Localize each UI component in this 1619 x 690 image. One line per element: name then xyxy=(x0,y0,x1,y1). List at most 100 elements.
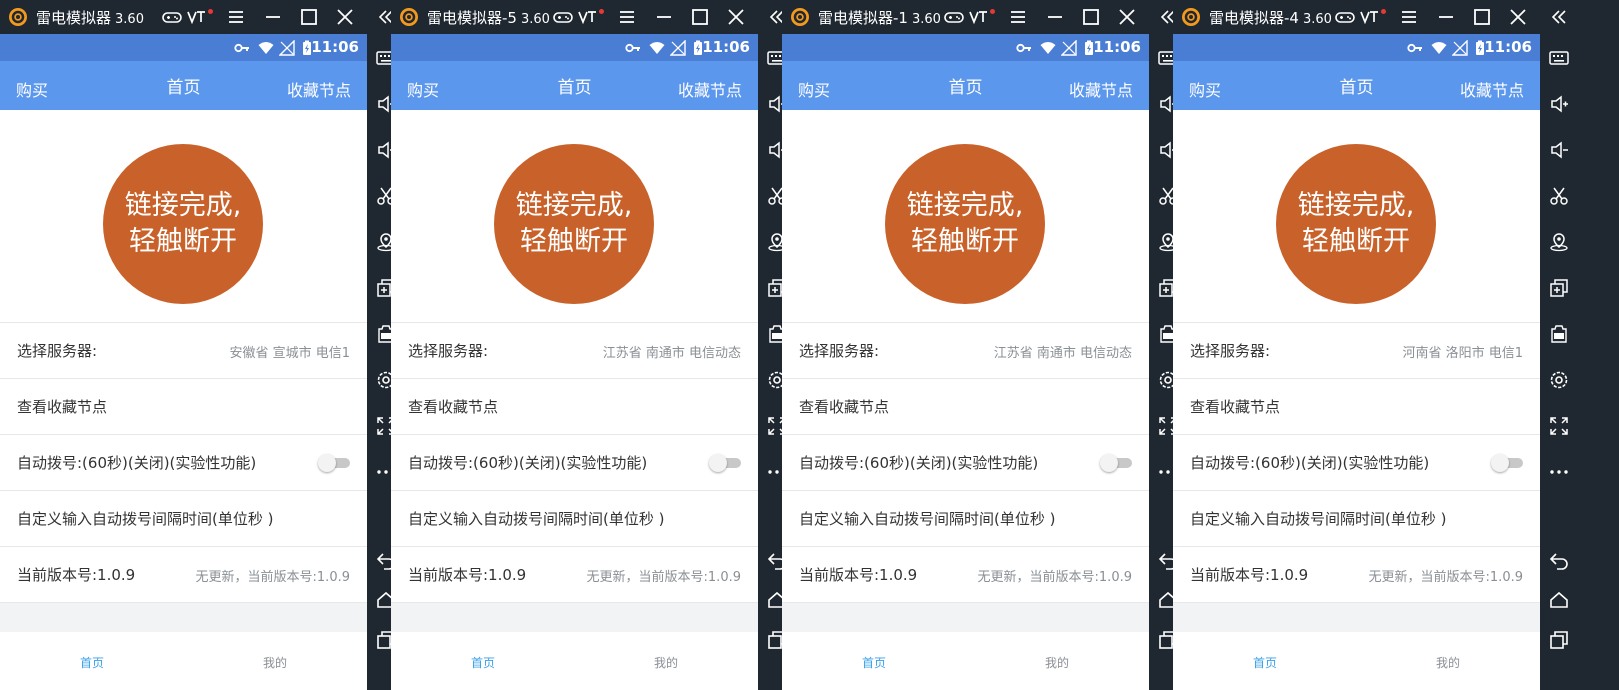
server-select-row[interactable]: 选择服务器: 江苏省 南通市 电信动态 xyxy=(782,322,1149,378)
title-bar: 雷电模拟器-5 3.60 xyxy=(391,0,795,34)
menu-icon[interactable] xyxy=(226,7,246,27)
custom-interval-row[interactable]: 自定义输入自动拨号间隔时间(单位秒 ) xyxy=(1173,490,1540,546)
auto-dial-switch[interactable] xyxy=(1100,454,1132,472)
minimize-icon[interactable] xyxy=(263,7,283,27)
server-select-row[interactable]: 选择服务器: 河南省 洛阳市 电信1 xyxy=(1173,322,1540,378)
emulator-window-4: 雷电模拟器-4 3.60 11:06 购买 首页 收藏节点 链接完成, 轻触断开… xyxy=(1173,0,1577,690)
nav-me-tab[interactable]: 我的 xyxy=(263,654,287,671)
screenshot-scissors-icon[interactable] xyxy=(1549,186,1569,206)
buy-button[interactable]: 购买 xyxy=(16,77,48,101)
custom-interval-row[interactable]: 自定义输入自动拨号间隔时间(单位秒 ) xyxy=(782,490,1149,546)
menu-icon[interactable] xyxy=(1399,7,1419,27)
status-time: 11:06 xyxy=(1484,38,1532,56)
minimize-icon[interactable] xyxy=(654,7,674,27)
maximize-icon[interactable] xyxy=(1081,7,1101,27)
custom-interval-row[interactable]: 自定义输入自动拨号间隔时间(单位秒 ) xyxy=(391,490,758,546)
gamepad-icon[interactable] xyxy=(944,7,964,27)
more-options-icon[interactable] xyxy=(1549,462,1569,482)
recent-apps-icon[interactable] xyxy=(1549,630,1569,650)
status-bar: 11:06 xyxy=(782,34,1149,61)
location-icon[interactable] xyxy=(1549,232,1569,252)
auto-dial-label: 自动拨号:(60秒)(关闭)(实验性功能) xyxy=(799,454,1039,472)
close-icon[interactable] xyxy=(1117,7,1137,27)
maximize-icon[interactable] xyxy=(690,7,710,27)
nav-home-tab[interactable]: 首页 xyxy=(80,654,104,671)
buy-button[interactable]: 购买 xyxy=(798,77,830,101)
content-spacer xyxy=(1173,602,1540,633)
favorite-nodes-button[interactable]: 收藏节点 xyxy=(1460,77,1524,101)
connect-toggle-button[interactable]: 链接完成, 轻触断开 xyxy=(1276,144,1436,304)
nav-home-tab[interactable]: 首页 xyxy=(471,654,495,671)
buy-button[interactable]: 购买 xyxy=(1189,77,1221,101)
connect-toggle-button[interactable]: 链接完成, 轻触断开 xyxy=(494,144,654,304)
version-row[interactable]: 当前版本号:1.0.9 无更新，当前版本号:1.0.9 xyxy=(391,546,758,602)
view-favorites-row[interactable]: 查看收藏节点 xyxy=(782,378,1149,434)
volume-up-icon[interactable] xyxy=(1549,94,1569,114)
minimize-icon[interactable] xyxy=(1045,7,1065,27)
version-label: 3.60 xyxy=(1302,12,1332,27)
version-row[interactable]: 当前版本号:1.0.9 无更新，当前版本号:1.0.9 xyxy=(782,546,1149,602)
content-spacer xyxy=(0,602,367,633)
buy-button[interactable]: 购买 xyxy=(407,77,439,101)
version-row[interactable]: 当前版本号:1.0.9 无更新，当前版本号:1.0.9 xyxy=(0,546,367,602)
gamepad-icon[interactable] xyxy=(553,7,573,27)
favorite-nodes-button[interactable]: 收藏节点 xyxy=(287,77,351,101)
favorite-nodes-button[interactable]: 收藏节点 xyxy=(678,77,742,101)
connect-area: 链接完成, 轻触断开 xyxy=(391,110,758,322)
version-label: 3.60 xyxy=(911,12,941,27)
android-screen: 11:06 购买 首页 收藏节点 链接完成, 轻触断开 选择服务器: 江苏省 南… xyxy=(782,34,1149,690)
gamepad-icon[interactable] xyxy=(1335,7,1355,27)
auto-dial-switch[interactable] xyxy=(709,454,741,472)
nav-me-tab[interactable]: 我的 xyxy=(1436,654,1460,671)
connect-status-line2: 轻触断开 xyxy=(129,226,237,257)
title-bar: 雷电模拟器 3.60 xyxy=(0,0,404,34)
collapse-sidebar-icon[interactable] xyxy=(1549,7,1569,27)
nav-home-tab[interactable]: 首页 xyxy=(1253,654,1277,671)
connect-area: 链接完成, 轻触断开 xyxy=(782,110,1149,322)
bottom-nav: 首页 我的 xyxy=(782,632,1149,690)
server-label: 选择服务器: xyxy=(17,342,98,360)
emulator-window-3: 雷电模拟器-1 3.60 11:06 购买 首页 收藏节点 链接完成, 轻触断开… xyxy=(782,0,1186,690)
nav-home-tab[interactable]: 首页 xyxy=(862,654,886,671)
favorite-nodes-button[interactable]: 收藏节点 xyxy=(1069,77,1133,101)
maximize-icon[interactable] xyxy=(299,7,319,27)
close-icon[interactable] xyxy=(335,7,355,27)
fullscreen-icon[interactable] xyxy=(1549,416,1569,436)
title-bar: 雷电模拟器-1 3.60 xyxy=(782,0,1186,34)
auto-dial-switch[interactable] xyxy=(318,454,350,472)
gamepad-icon[interactable] xyxy=(162,7,182,27)
server-select-row[interactable]: 选择服务器: 安徽省 宣城市 电信1 xyxy=(0,322,367,378)
home-icon[interactable] xyxy=(1549,590,1569,610)
custom-interval-row[interactable]: 自定义输入自动拨号间隔时间(单位秒 ) xyxy=(0,490,367,546)
back-icon[interactable] xyxy=(1549,550,1569,570)
server-label: 选择服务器: xyxy=(1190,342,1271,360)
volume-down-icon[interactable] xyxy=(1549,140,1569,160)
close-icon[interactable] xyxy=(1508,7,1528,27)
nav-me-tab[interactable]: 我的 xyxy=(1045,654,1069,671)
keyboard-icon[interactable] xyxy=(1549,48,1569,68)
minimize-icon[interactable] xyxy=(1436,7,1456,27)
settings-gear-icon[interactable] xyxy=(1549,370,1569,390)
view-favorites-row[interactable]: 查看收藏节点 xyxy=(1173,378,1540,434)
custom-interval-label: 自定义输入自动拨号间隔时间(单位秒 ) xyxy=(1190,510,1447,528)
view-favorites-row[interactable]: 查看收藏节点 xyxy=(0,378,367,434)
view-favorites-row[interactable]: 查看收藏节点 xyxy=(391,378,758,434)
version-label: 3.60 xyxy=(115,12,144,27)
custom-interval-label: 自定义输入自动拨号间隔时间(单位秒 ) xyxy=(408,510,665,528)
connect-toggle-button[interactable]: 链接完成, 轻触断开 xyxy=(103,144,263,304)
connect-toggle-button[interactable]: 链接完成, 轻触断开 xyxy=(885,144,1045,304)
server-select-row[interactable]: 选择服务器: 江苏省 南通市 电信动态 xyxy=(391,322,758,378)
menu-icon[interactable] xyxy=(1008,7,1028,27)
multi-instance-icon[interactable] xyxy=(1549,278,1569,298)
signal-icon xyxy=(670,40,686,56)
version-row[interactable]: 当前版本号:1.0.9 无更新，当前版本号:1.0.9 xyxy=(1173,546,1540,602)
ldplayer-logo-icon xyxy=(1181,7,1201,27)
connect-status-line2: 轻触断开 xyxy=(520,226,628,257)
window-title: 雷电模拟器 3.60 xyxy=(36,9,144,27)
auto-dial-switch[interactable] xyxy=(1491,454,1523,472)
menu-icon[interactable] xyxy=(617,7,637,27)
nav-me-tab[interactable]: 我的 xyxy=(654,654,678,671)
close-icon[interactable] xyxy=(726,7,746,27)
maximize-icon[interactable] xyxy=(1472,7,1492,27)
install-apk-icon[interactable] xyxy=(1549,324,1569,344)
